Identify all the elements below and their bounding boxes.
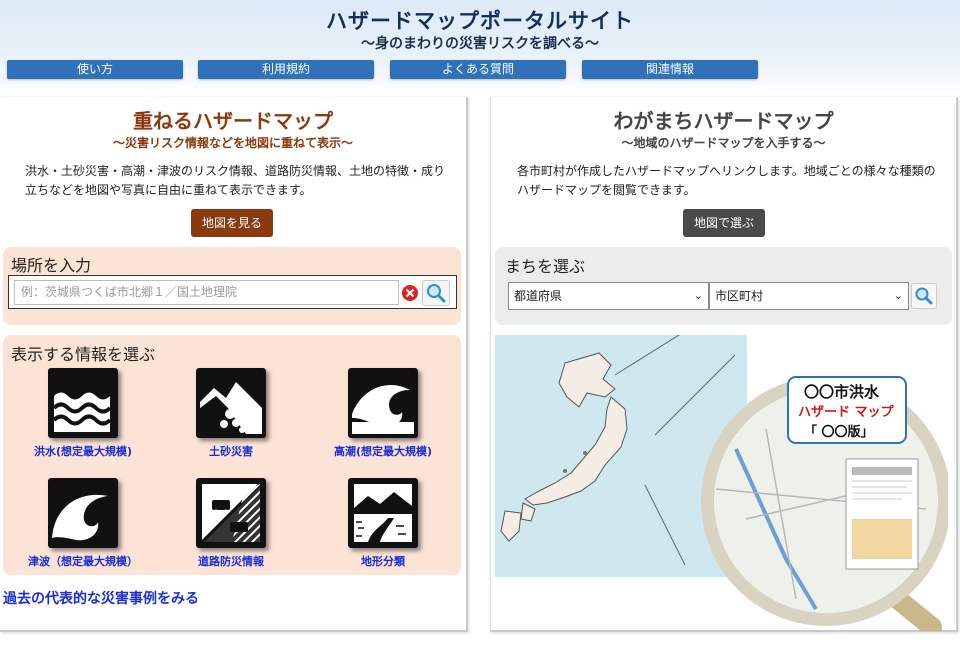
search-icon[interactable] <box>911 283 937 309</box>
hazard-road[interactable]: 道路防災情報 <box>161 478 301 569</box>
hazard-landform[interactable]: 地形分類 <box>313 478 453 569</box>
search-input[interactable]: 例：茨城県つくば市北郷１／国土地理院 <box>14 280 399 305</box>
info-selection-section: 表示する情報を選ぶ 洪水(想定最大規模) 土砂災害 高潮(想定最大規模) 津波（… <box>3 335 461 575</box>
prefecture-select[interactable]: 都道府県 ⌄ <box>508 282 709 310</box>
chevron-down-icon: ⌄ <box>893 289 903 302</box>
prefecture-select-value: 都道府県 <box>514 289 563 303</box>
search-icon[interactable] <box>422 280 450 306</box>
hazard-road-label[interactable]: 道路防災情報 <box>161 553 301 569</box>
left-desc-line: 洪水・土砂災害・高潮・津波のリスク情報、道路防災情報、土地の特徴・成り <box>25 164 446 178</box>
hazard-flood-label[interactable]: 洪水(想定最大規模) <box>13 443 153 459</box>
info-section-title: 表示する情報を選ぶ <box>11 345 156 364</box>
hazard-storm-surge[interactable]: 高潮(想定最大規模) <box>313 368 453 459</box>
lens-title-line: 「 〇〇版」 <box>804 425 874 440</box>
chevron-down-icon: ⌄ <box>693 289 703 302</box>
clear-icon[interactable] <box>398 281 422 305</box>
left-panel-subtitle: 〜災害リスク情報などを地図に重ねて表示〜 <box>112 136 353 150</box>
hazard-tsunami[interactable]: 津波（想定最大規模） <box>13 478 153 569</box>
tsunami-icon <box>48 478 118 548</box>
road-disaster-icon <box>196 478 266 548</box>
nav-related-button[interactable]: 関連情報 <box>582 60 758 79</box>
lens-title-line: ハザード マップ <box>798 405 894 420</box>
right-desc-line: ハザードマップを閲覧できます。 <box>517 183 696 197</box>
local-hazard-map-panel: わがまちハザードマップ 〜地域のハザードマップを入手する〜 各市町村が作成したハ… <box>490 97 958 632</box>
site-subtitle: 〜身のまわりの災害リスクを調べる〜 <box>361 36 599 52</box>
header: ハザードマップポータルサイト 〜身のまわりの災害リスクを調べる〜 使い方 利用規… <box>0 0 960 92</box>
landform-icon <box>348 478 418 548</box>
city-select[interactable]: 市区町村 ⌄ <box>709 282 909 310</box>
site-title: ハザードマップポータルサイト <box>326 9 634 33</box>
hazard-flood[interactable]: 洪水(想定最大規模) <box>13 368 153 459</box>
search-section-title: 場所を入力 <box>11 256 92 275</box>
city-select-value: 市区町村 <box>715 289 764 303</box>
past-disasters-link[interactable]: 過去の代表的な災害事例をみる <box>3 588 199 608</box>
right-panel-subtitle: 〜地域のハザードマップを入手する〜 <box>621 136 826 150</box>
hazard-landslide-label[interactable]: 土砂災害 <box>161 443 301 459</box>
nav-usage-button[interactable]: 使い方 <box>7 60 183 79</box>
view-map-button[interactable]: 地図を見る <box>191 209 273 237</box>
storm-surge-icon <box>348 368 418 438</box>
left-panel-description: 洪水・土砂災害・高潮・津波のリスク情報、道路防災情報、土地の特徴・成り 立ちなど… <box>25 162 450 200</box>
left-panel-title: 重ねるハザードマップ <box>133 109 333 133</box>
choose-on-map-button[interactable]: 地図で選ぶ <box>683 209 765 237</box>
right-panel-title: わがまちハザードマップ <box>613 109 834 133</box>
hazard-storm-surge-label[interactable]: 高潮(想定最大規模) <box>313 443 453 459</box>
left-desc-line: 立ちなどを地図や写真に自由に重ねて表示できます。 <box>25 183 312 197</box>
hazard-tsunami-label[interactable]: 津波（想定最大規模） <box>13 553 153 569</box>
right-desc-line: 各市町村が作成したハザードマップへリンクします。地域ごとの様々な種類の <box>517 164 936 178</box>
lens-title-line: 〇〇市洪水 <box>804 383 880 401</box>
overlay-hazard-map-panel: 重ねるハザードマップ 〜災害リスク情報などを地図に重ねて表示〜 洪水・土砂災害・… <box>0 97 468 632</box>
nav-terms-button[interactable]: 利用規約 <box>198 60 374 79</box>
landslide-icon <box>196 368 266 438</box>
magnifier-illustration: 〇〇市洪水 ハザード マップ 「 〇〇版」 <box>676 369 948 631</box>
hazard-landslide[interactable]: 土砂災害 <box>161 368 301 459</box>
hazard-landform-label[interactable]: 地形分類 <box>313 553 453 569</box>
town-section-title: まちを選ぶ <box>505 257 586 276</box>
nav-faq-button[interactable]: よくある質問 <box>390 60 566 79</box>
search-box: 例：茨城県つくば市北郷１／国土地理院 <box>8 275 457 309</box>
flood-icon <box>48 368 118 438</box>
right-panel-description: 各市町村が作成したハザードマップへリンクします。地域ごとの様々な種類の ハザード… <box>517 162 942 200</box>
